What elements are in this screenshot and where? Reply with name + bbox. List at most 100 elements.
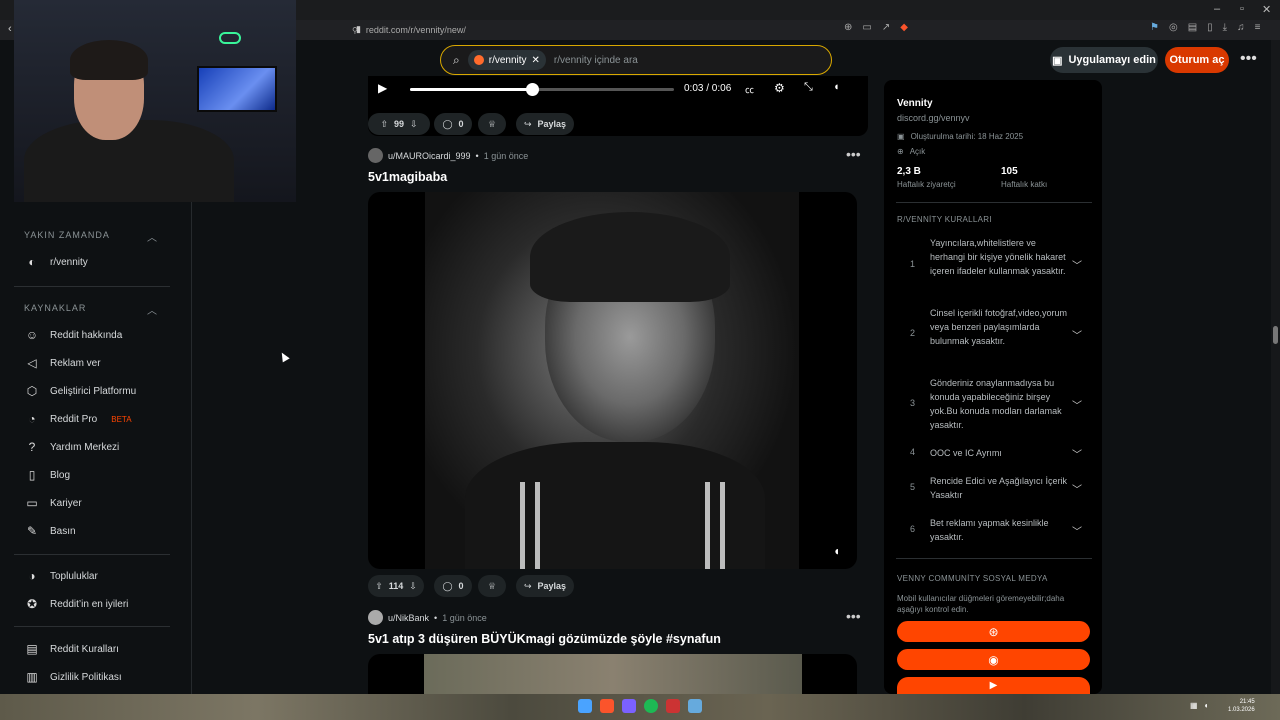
settings-gear-icon[interactable]: ⚙ <box>774 81 785 95</box>
community-link[interactable]: discord.gg/vennyv <box>897 113 970 123</box>
mute-icon[interactable]: ◖ <box>833 544 840 558</box>
search-input[interactable]: r/vennity içinde ara <box>554 55 638 66</box>
sidebar-item-vennity[interactable]: ◐ r/vennity <box>24 252 87 272</box>
explorer-icon[interactable] <box>688 699 702 713</box>
wallet-icon[interactable]: ▤ <box>1188 22 1197 33</box>
volume-icon[interactable]: ◖ <box>833 81 840 93</box>
discord-button[interactable]: ◉ <box>897 649 1090 670</box>
windows-start-icon[interactable] <box>578 699 592 713</box>
post-title[interactable]: 5v1 atıp 3 düşüren BÜYÜKmagi gözümüzde ş… <box>368 632 721 646</box>
download-icon[interactable]: ⤓ <box>1223 22 1227 33</box>
share-button[interactable]: ↪ Paylaş <box>516 113 574 135</box>
help-icon: ? <box>28 440 36 454</box>
taskbar-clock[interactable]: 21:45 1.03.2026 <box>1228 698 1255 714</box>
post-video[interactable] <box>368 654 857 694</box>
vpn-icon[interactable]: ◎ <box>1169 22 1178 33</box>
chevron-up-icon[interactable]: ︿ <box>147 229 157 244</box>
rule-text[interactable]: Rencide Edici ve Aşağılayıcı İçerik Yasa… <box>930 474 1070 502</box>
comment-icon: ◯ <box>442 118 453 129</box>
spotify-icon[interactable] <box>644 699 658 713</box>
upvote-icon[interactable]: ⇧ <box>380 119 388 130</box>
comments-button[interactable]: ◯ 0 <box>434 575 472 597</box>
volume-tray-icon[interactable]: ◖ <box>1204 701 1209 710</box>
network-icon[interactable]: ▦ <box>1190 701 1198 710</box>
chip-close-icon[interactable]: ✕ <box>532 55 540 66</box>
post-author[interactable]: u/NikBank <box>388 613 429 623</box>
brave-shield-icon[interactable]: ◆ <box>900 22 908 33</box>
post-time: 1 gün önce <box>483 150 529 161</box>
rule-text[interactable]: Yayıncılara,whitelistlere ve herhangi bi… <box>930 236 1070 278</box>
sidebar-icon[interactable]: ▯ <box>1207 22 1213 33</box>
avatar[interactable] <box>368 148 383 163</box>
record-app-icon[interactable] <box>666 699 680 713</box>
sidebar-item-best[interactable]: ✪ Reddit’in en iyileri <box>24 594 128 614</box>
app-icon[interactable] <box>622 699 636 713</box>
maximize-button[interactable]: ▫ <box>1240 3 1244 15</box>
video-progress-bar[interactable] <box>410 83 674 96</box>
sidebar-item-developer[interactable]: ⬡ Geliştirici Platformu <box>24 381 136 401</box>
sidebar-item-rules[interactable]: ▤ Reddit Kuralları <box>24 639 119 659</box>
fullscreen-icon[interactable]: ⤡ <box>804 81 813 94</box>
site-info-icon[interactable]: ⚲ <box>352 26 358 35</box>
rule-text[interactable]: Bet reklamı yapmak kesinlikle yasaktır. <box>930 516 1070 544</box>
comments-button[interactable]: ◯ 0 <box>434 113 472 135</box>
post-options-icon[interactable]: ••• <box>846 146 861 162</box>
address-bar[interactable]: ⚲ reddit.com/r/vennity/new/ <box>352 22 912 38</box>
subreddit-chip[interactable]: r/vennity ✕ <box>467 50 546 70</box>
post-author[interactable]: u/MAUROicardi_999 <box>388 151 471 161</box>
post-video[interactable]: ◖ <box>368 192 857 569</box>
post-title[interactable]: 5v1magibaba <box>368 170 447 184</box>
page-scrollbar[interactable] <box>1271 40 1280 694</box>
chevron-down-icon[interactable]: ﹀ <box>1072 481 1082 496</box>
chevron-down-icon[interactable]: ﹀ <box>1072 397 1082 412</box>
extension-icon[interactable]: ⚑ <box>1150 22 1159 33</box>
rule-text[interactable]: Cinsel içerikli fotoğraf,video,yorum vey… <box>930 306 1070 348</box>
sidebar-item-privacy[interactable]: ▥ Gizlilik Politikası <box>24 667 121 687</box>
rule-text[interactable]: Gönderiniz onaylanmadıysa bu konuda yapa… <box>930 376 1070 432</box>
close-window-button[interactable]: ✕ <box>1262 3 1271 16</box>
share-page-icon[interactable]: ↗ <box>882 22 890 33</box>
downvote-icon[interactable]: ⇩ <box>410 119 418 130</box>
avatar[interactable] <box>368 610 383 625</box>
chevron-down-icon[interactable]: ﹀ <box>1072 523 1082 538</box>
award-button[interactable]: ♕ <box>478 575 506 597</box>
get-app-button[interactable]: ▣ Uygulamayı edin <box>1050 47 1158 73</box>
brave-browser-icon[interactable] <box>600 699 614 713</box>
captions-icon[interactable]: ㏄ <box>745 83 754 96</box>
rule-text[interactable]: OOC ve IC Ayrımı <box>930 446 1070 460</box>
scrollbar-thumb[interactable] <box>1273 326 1278 344</box>
more-options-icon[interactable]: ••• <box>1240 50 1257 68</box>
upvote-icon[interactable]: ⇧ <box>375 581 383 592</box>
award-button[interactable]: ♕ <box>478 113 506 135</box>
menu-icon[interactable]: ≡ <box>1255 22 1261 33</box>
chevron-down-icon[interactable]: ﹀ <box>1072 446 1082 461</box>
sidebar-item-help[interactable]: ? Yardım Merkezi <box>24 437 120 457</box>
sidebar-item-careers[interactable]: ▭ Kariyer <box>24 493 81 513</box>
search-bar[interactable]: ⌕ r/vennity ✕ r/vennity içinde ara <box>440 45 832 75</box>
sidebar-item-communities[interactable]: ◑ Topluluklar <box>24 566 97 586</box>
chevron-up-icon[interactable]: ︿ <box>147 302 157 317</box>
rule-number: 4 <box>910 447 916 457</box>
downvote-icon[interactable]: ⇩ <box>409 581 417 592</box>
screen-icon[interactable]: ▭ <box>862 22 871 33</box>
sidebar-item-pro[interactable]: ◔ Reddit Pro BETA <box>24 409 131 429</box>
chevron-down-icon[interactable]: ﹀ <box>1072 257 1082 272</box>
website-button[interactable]: ⊛ <box>897 621 1090 642</box>
share-button[interactable]: ↪ Paylaş <box>516 575 574 597</box>
sidebar-item-blog[interactable]: ▯ Blog <box>24 465 70 485</box>
media-icon[interactable]: ♫ <box>1237 22 1245 33</box>
login-button[interactable]: Oturum aç <box>1165 47 1229 73</box>
youtube-button[interactable]: ▶ <box>897 677 1090 694</box>
sidebar-item-press[interactable]: ✎ Basın <box>24 521 76 541</box>
back-icon[interactable]: ‹ <box>8 23 12 35</box>
post-options-icon[interactable]: ••• <box>846 608 861 624</box>
minimize-button[interactable]: – <box>1214 3 1220 15</box>
rule-number: 1 <box>910 259 916 269</box>
video-progress-knob[interactable] <box>526 83 539 96</box>
chevron-down-icon[interactable]: ﹀ <box>1072 327 1082 342</box>
zoom-icon[interactable]: ⊕ <box>844 22 852 33</box>
play-icon[interactable]: ▶ <box>378 81 387 95</box>
sidebar-item-advertise[interactable]: ◁ Reklam ver <box>24 353 100 373</box>
sidebar-item-about[interactable]: ☺ Reddit hakkında <box>24 325 122 345</box>
created-text: Oluşturulma tarihi: 18 Haz 2025 <box>910 132 1024 141</box>
